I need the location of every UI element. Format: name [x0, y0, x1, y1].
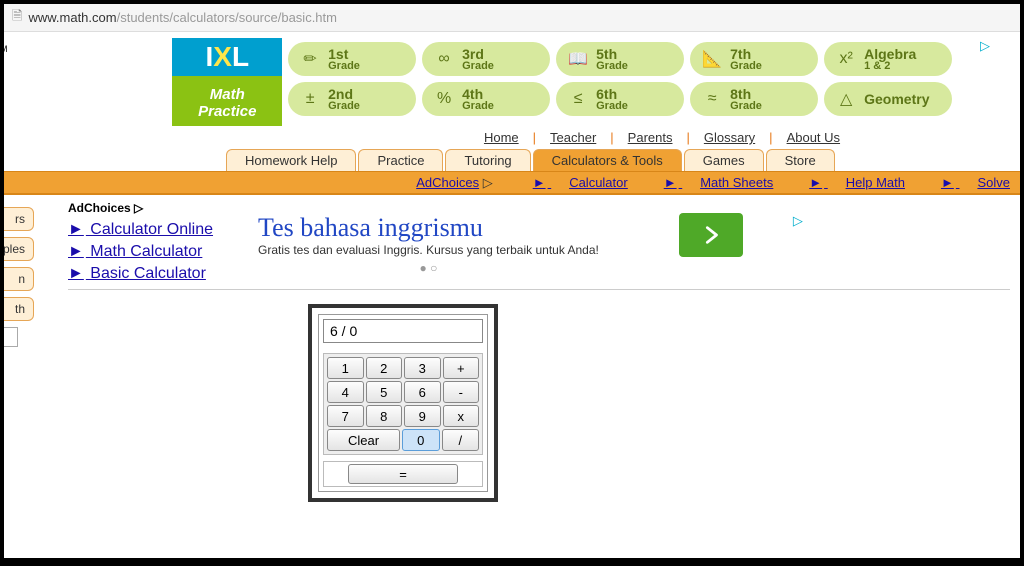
- subnav-link[interactable]: ► Math Sheets: [646, 175, 774, 190]
- nav-link[interactable]: About Us: [787, 130, 840, 145]
- grade-pill[interactable]: %4thGrade: [422, 82, 550, 116]
- ixl-ad[interactable]: IXL MathPractice: [172, 38, 282, 126]
- grade-pill[interactable]: △Geometry: [824, 82, 952, 116]
- nav-link[interactable]: Teacher: [550, 130, 596, 145]
- tab-tutoring[interactable]: Tutoring: [445, 149, 530, 171]
- calc-btn-3[interactable]: 3: [404, 357, 441, 379]
- calculator: 123+456- 789x Clear0/ =: [308, 304, 498, 502]
- ad-next-button[interactable]: [679, 213, 743, 257]
- nav-link[interactable]: Glossary: [704, 130, 755, 145]
- calc-display[interactable]: [323, 319, 483, 343]
- grade-pill[interactable]: x²Algebra1 & 2: [824, 42, 952, 76]
- tab-homework-help[interactable]: Homework Help: [226, 149, 356, 171]
- ad-subtitle: Gratis tes dan evaluasi Inggris. Kursus …: [258, 243, 599, 257]
- calc-btn-x[interactable]: x: [443, 405, 480, 427]
- calc-btn-2[interactable]: 2: [366, 357, 403, 379]
- calc-btn-6[interactable]: 6: [404, 381, 441, 403]
- calc-btn-4[interactable]: 4: [327, 381, 364, 403]
- url-path: /students/calculators/source/basic.htm: [117, 10, 337, 25]
- adchoices-icon[interactable]: ▷: [793, 213, 803, 229]
- address-bar[interactable]: 🗎 www.math.com/students/calculators/sour…: [4, 4, 1020, 32]
- calc-btn--[interactable]: -: [443, 381, 480, 403]
- calc-btn-5[interactable]: 5: [366, 381, 403, 403]
- grade-pill[interactable]: ≈8thGrade: [690, 82, 818, 116]
- calc-clear[interactable]: Clear: [327, 429, 400, 451]
- top-nav: Home|Teacher|Parents|Glossary|About Us: [4, 130, 1020, 145]
- calc-equals[interactable]: =: [348, 464, 458, 484]
- ad-pagination: ● ○: [258, 261, 599, 275]
- subnav-link[interactable]: ► Calculator: [515, 175, 628, 190]
- adchoices-icon[interactable]: ▷: [980, 38, 990, 54]
- ad-title: Tes bahasa inggrismu: [258, 213, 599, 243]
- sidebar-box[interactable]: [4, 327, 18, 347]
- subnav-link[interactable]: ► Solve: [923, 175, 1010, 190]
- sidebar-item[interactable]: rs: [4, 207, 34, 231]
- left-sidebar: rs ples n th: [4, 195, 58, 508]
- grade-pill[interactable]: ≤6thGrade: [556, 82, 684, 116]
- sidebar-item[interactable]: ples: [4, 237, 34, 261]
- banner-ad[interactable]: Tes bahasa inggrismu Gratis tes dan eval…: [258, 213, 1010, 275]
- calc-btn-0[interactable]: 0: [402, 429, 440, 451]
- grade-pill[interactable]: 📖5thGrade: [556, 42, 684, 76]
- calc-btn-1[interactable]: 1: [327, 357, 364, 379]
- tab-calculators-tools[interactable]: Calculators & Tools: [533, 149, 682, 171]
- calc-btn-+[interactable]: +: [443, 357, 480, 379]
- divider: [68, 289, 1010, 290]
- tab-practice[interactable]: Practice: [358, 149, 443, 171]
- calc-btn-divide[interactable]: /: [442, 429, 480, 451]
- adchoices-label[interactable]: AdChoices ▷: [398, 175, 492, 191]
- main-tabs: Homework HelpPracticeTutoringCalculators…: [4, 149, 1020, 171]
- grade-pill[interactable]: ±2ndGrade: [288, 82, 416, 116]
- sidebar-item[interactable]: n: [4, 267, 34, 291]
- calc-btn-7[interactable]: 7: [327, 405, 364, 427]
- grade-pills: ✏1stGrade∞3rdGrade📖5thGrade📐7thGradex²Al…: [282, 38, 980, 120]
- url-domain: www.math.com: [28, 10, 116, 25]
- tab-store[interactable]: Store: [766, 149, 835, 171]
- sidebar-item[interactable]: th: [4, 297, 34, 321]
- calc-btn-9[interactable]: 9: [404, 405, 441, 427]
- grade-pill[interactable]: ∞3rdGrade: [422, 42, 550, 76]
- site-logo[interactable]: .comSM ath Online: [4, 38, 88, 88]
- sub-nav-bar: AdChoices ▷ ► Calculator ► Math Sheets ►…: [4, 171, 1020, 195]
- calc-btn-8[interactable]: 8: [366, 405, 403, 427]
- tab-games[interactable]: Games: [684, 149, 764, 171]
- nav-link[interactable]: Home: [484, 130, 519, 145]
- nav-link[interactable]: Parents: [628, 130, 673, 145]
- subnav-link[interactable]: ► Help Math: [791, 175, 905, 190]
- grade-pill[interactable]: 📐7thGrade: [690, 42, 818, 76]
- page-icon: 🗎: [12, 7, 22, 29]
- grade-pill[interactable]: ✏1stGrade: [288, 42, 416, 76]
